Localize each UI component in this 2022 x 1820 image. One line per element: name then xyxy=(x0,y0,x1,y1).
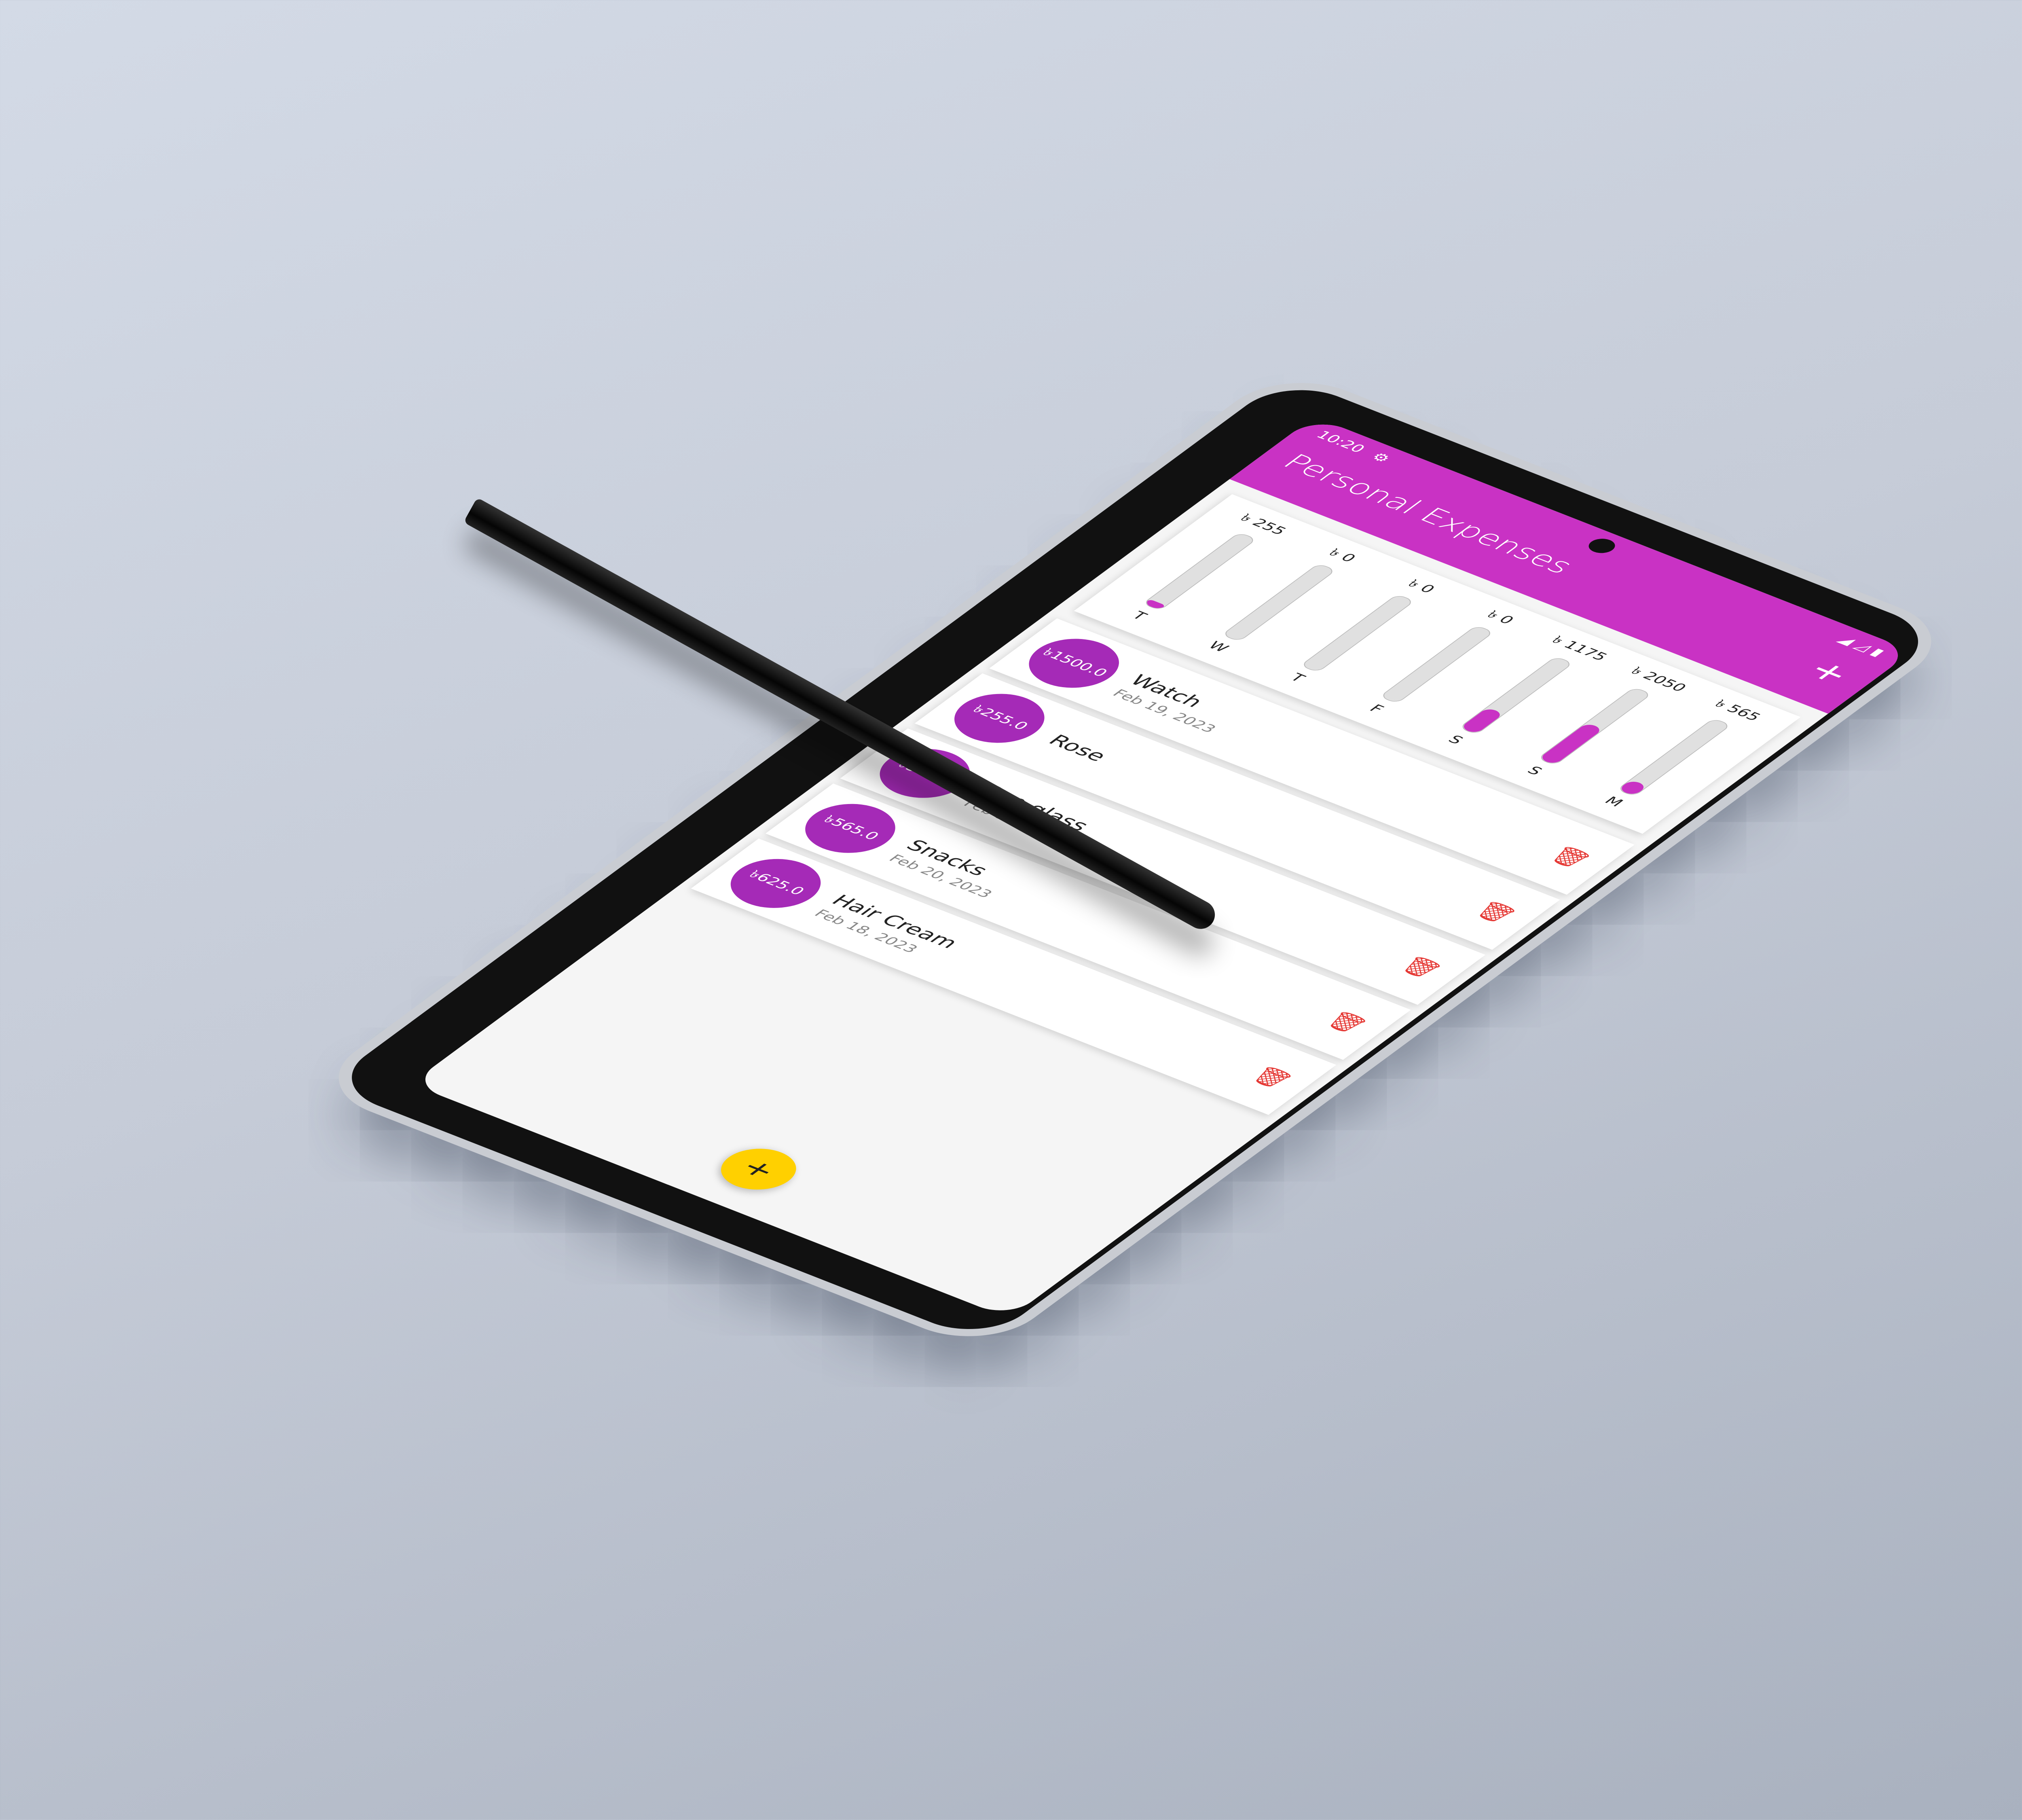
amount-badge: ৳565.0 xyxy=(787,794,914,863)
chart-bar-fill xyxy=(1143,599,1166,610)
chart-day-label: S xyxy=(1523,764,1547,778)
chart-day-label: W xyxy=(1204,639,1233,655)
chart-day-label: T xyxy=(1128,609,1151,622)
chart-day-label: M xyxy=(1601,794,1627,809)
chart-bar-fill xyxy=(1301,665,1318,672)
chart-bar-fill xyxy=(1538,722,1604,765)
chart-day-label: S xyxy=(1444,732,1468,747)
amount-badge: ৳255.0 xyxy=(936,684,1063,753)
chart-bar-fill xyxy=(1222,635,1239,641)
chart-bar-value: ৳ 0 xyxy=(1483,608,1519,627)
amount-badge: ৳1500.0 xyxy=(1011,629,1137,698)
gear-icon[interactable]: ⚙ xyxy=(1368,450,1395,465)
chart-bar-value: ৳ 0 xyxy=(1404,577,1439,596)
chart-day-label: F xyxy=(1366,702,1388,715)
add-fab-button[interactable]: + xyxy=(706,1141,811,1198)
chart-bar-fill xyxy=(1380,696,1397,703)
chart-bar-fill xyxy=(1459,707,1504,734)
chart-bar-value: ৳ 0 xyxy=(1324,546,1360,565)
chart-day-label: T xyxy=(1286,671,1309,685)
amount-badge: ৳625.0 xyxy=(713,849,839,918)
add-button[interactable]: + xyxy=(1798,654,1860,690)
chart-bar-fill xyxy=(1618,779,1648,796)
